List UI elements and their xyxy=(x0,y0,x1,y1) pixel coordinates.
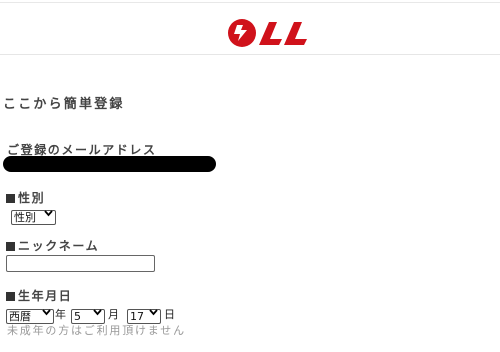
age-restriction-note: 未成年の方はご利用頂けません xyxy=(7,324,186,337)
square-bullet-icon xyxy=(6,194,15,203)
page-title: ここから簡単登録 xyxy=(3,97,125,112)
year-unit: 年 xyxy=(55,308,66,321)
birthday-label: 生年月日 xyxy=(6,287,72,304)
site-logo[interactable] xyxy=(227,18,313,48)
gender-select[interactable]: 性別 xyxy=(11,210,56,225)
email-value-redacted xyxy=(3,156,216,172)
gender-label: 性別 xyxy=(6,189,45,206)
square-bullet-icon xyxy=(6,292,15,301)
nickname-label: ニックネーム xyxy=(6,237,99,254)
gender-select-wrap[interactable]: 性別 xyxy=(11,206,56,225)
month-unit: 月 xyxy=(108,308,119,321)
square-bullet-icon xyxy=(6,242,15,251)
nickname-input[interactable] xyxy=(6,255,155,272)
day-unit: 日 xyxy=(164,308,175,321)
site-header xyxy=(0,3,500,55)
